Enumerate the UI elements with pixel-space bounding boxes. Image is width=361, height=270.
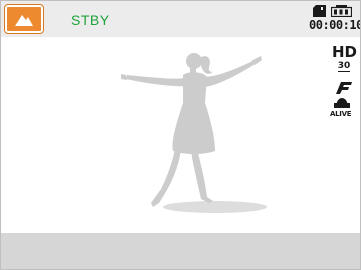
- memory-card-icon: [313, 5, 326, 17]
- landscape-mountain-icon: [15, 15, 33, 26]
- camera-screen: STBY 00:00:10 HD 30 ALIVE: [0, 0, 361, 270]
- voice-alive-icon[interactable]: [334, 97, 350, 109]
- frame-rate-badge[interactable]: 30: [334, 61, 354, 72]
- shooting-mode-button[interactable]: [5, 5, 43, 33]
- battery-icon: [331, 5, 352, 17]
- recording-time: 00:00:10: [309, 18, 361, 32]
- recording-status: STBY: [71, 12, 110, 28]
- dancing-woman-silhouette: [121, 53, 267, 213]
- voice-alive-label: ALIVE: [330, 110, 352, 118]
- resolution-badge[interactable]: HD: [332, 43, 357, 61]
- top-status-bar: STBY 00:00:10: [1, 1, 360, 37]
- bottom-bar: [1, 233, 360, 269]
- frame-rate-underline: [338, 71, 350, 72]
- frame-rate-value: 30: [337, 61, 351, 71]
- smart-filter-icon[interactable]: [335, 81, 353, 95]
